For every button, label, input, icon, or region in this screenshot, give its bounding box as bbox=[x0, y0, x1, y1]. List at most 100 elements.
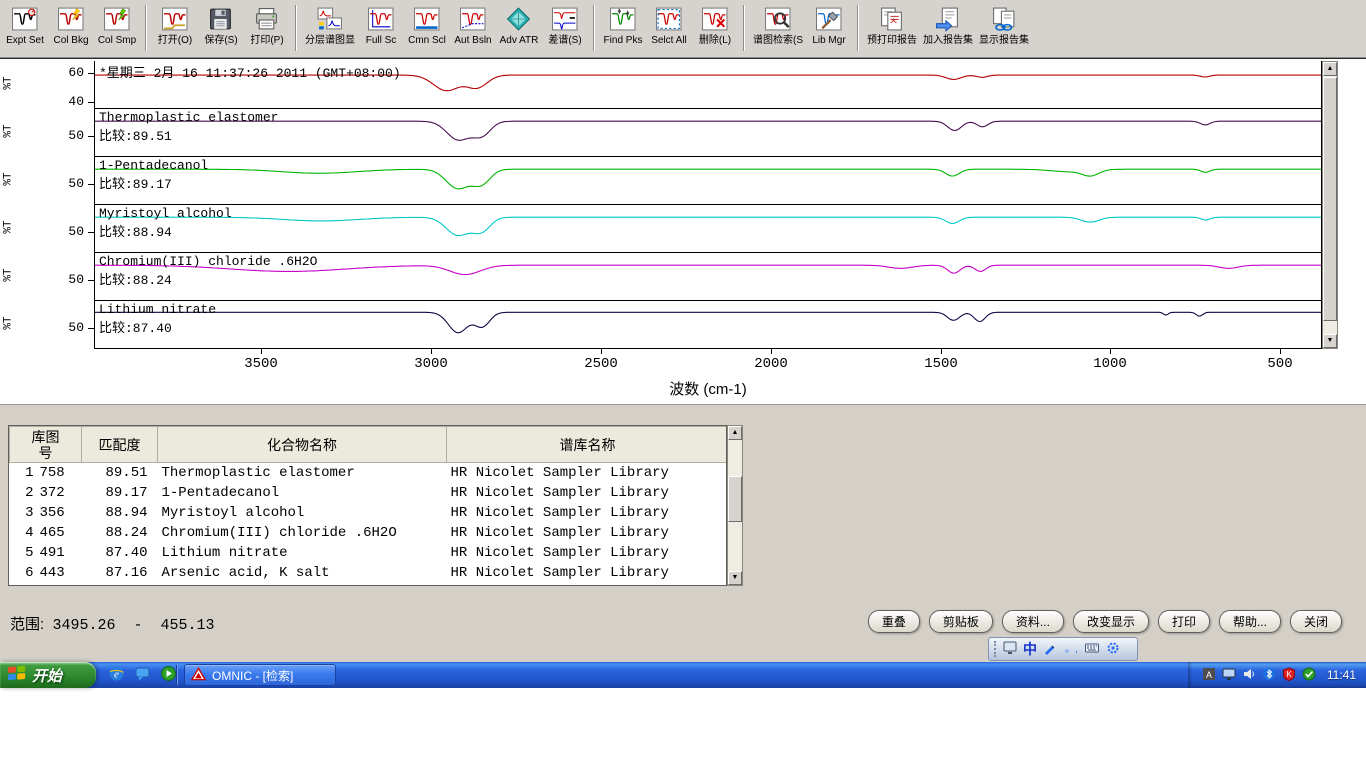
y-axis-unit-label: %T bbox=[3, 316, 15, 329]
result-compound-name: 1-Pentadecanol bbox=[158, 483, 447, 503]
language-bar[interactable]: 中 。, bbox=[988, 637, 1138, 661]
spectrum-pane-2[interactable]: Thermoplastic elastomer比较:89.51 bbox=[95, 109, 1321, 157]
spectrum-pane-4[interactable]: Myristoyl alcohol比较:88.94 bbox=[95, 205, 1321, 253]
soft-keyboard-icon[interactable] bbox=[1084, 640, 1100, 659]
toolbar-button-collect-sample[interactable]: Col Smp bbox=[94, 3, 140, 47]
toolbar-button-stacked-spectra[interactable]: 分层谱图显 bbox=[302, 3, 358, 47]
spectrum-trace bbox=[95, 109, 1321, 156]
scroll-up-button[interactable]: ▲ bbox=[728, 426, 742, 440]
result-library-id: 465 bbox=[36, 523, 82, 543]
taskbar-clock[interactable]: 11:41 bbox=[1327, 668, 1356, 682]
display-icon[interactable] bbox=[1222, 667, 1236, 684]
toolbar-button-common-scale[interactable]: Cmn Scl bbox=[404, 3, 450, 47]
antivirus-icon[interactable]: K bbox=[1282, 667, 1296, 684]
toolbar-button-label: Find Pks bbox=[604, 35, 643, 46]
toolbar-button-label: Expt Set bbox=[6, 35, 44, 46]
result-row-3[interactable]: 335688.94Myristoyl alcoholHR Nicolet Sam… bbox=[10, 503, 728, 523]
scroll-down-button[interactable]: ▼ bbox=[1323, 334, 1337, 348]
toolbar-button-select-all[interactable]: Selct All bbox=[646, 3, 692, 47]
data-button[interactable]: 资料... bbox=[1002, 610, 1064, 633]
spectrum-pane-3[interactable]: 1-Pentadecanol比较:89.17 bbox=[95, 157, 1321, 205]
language-bar-grip[interactable] bbox=[994, 641, 997, 657]
change-display-button[interactable]: 改变显示 bbox=[1073, 610, 1149, 633]
start-button[interactable]: 开始 bbox=[0, 662, 96, 688]
spectrum-pane-6[interactable]: Lithium nitrate比较:87.40 bbox=[95, 301, 1321, 349]
close-button[interactable]: 关闭 bbox=[1290, 610, 1342, 633]
advanced-atr-icon bbox=[506, 4, 532, 34]
handwriting-pen-icon[interactable] bbox=[1042, 640, 1058, 659]
toolbar-button-preview-report[interactable]: 预打印报告 bbox=[864, 3, 920, 47]
header-match-score[interactable]: 匹配度 bbox=[82, 427, 158, 463]
toolbar-button-advanced-atr[interactable]: Adv ATR bbox=[496, 3, 542, 47]
help-button[interactable]: 帮助... bbox=[1219, 610, 1281, 633]
result-row-4[interactable]: 446588.24Chromium(III) chloride .6H2OHR … bbox=[10, 523, 728, 543]
toolbar-button-save[interactable]: 保存(S) bbox=[198, 3, 244, 47]
toolbar-button-find-peaks[interactable]: Find Pks bbox=[600, 3, 646, 47]
header-library-name[interactable]: 谱库名称 bbox=[447, 427, 728, 463]
taskbar-task-omnic[interactable]: OMNIC - [检索] bbox=[184, 664, 336, 686]
preview-report-icon bbox=[879, 4, 905, 34]
result-row-7[interactable]: 733187.09OctadecanolHR Nicolet Sampler L… bbox=[10, 583, 728, 587]
result-compound-name: Lithium nitrate bbox=[158, 543, 447, 563]
messenger-icon[interactable] bbox=[134, 665, 151, 685]
x-axis-tick-label: 1500 bbox=[924, 356, 958, 372]
toolbar-button-auto-baseline[interactable]: Aut Bsln bbox=[450, 3, 496, 47]
toolbar-button-subtract[interactable]: 差谱(S) bbox=[542, 3, 588, 47]
spectrum-pane-5[interactable]: Chromium(III) chloride .6H2O比较:88.24 bbox=[95, 253, 1321, 301]
result-row-5[interactable]: 549187.40Lithium nitrateHR Nicolet Sampl… bbox=[10, 543, 728, 563]
header-library-id[interactable]: 库图号 bbox=[10, 427, 82, 463]
range-value: 3495.26 - 455.13 bbox=[53, 617, 215, 634]
toolbar-button-collect-background[interactable]: Col Bkg bbox=[48, 3, 94, 47]
spectrum-axis-labels: %T50 bbox=[0, 157, 94, 205]
result-row-6[interactable]: 644387.16Arsenic acid, K saltHR Nicolet … bbox=[10, 563, 728, 583]
spectrum-pane-1[interactable]: *星期三 2月 16 11:37:26 2011 (GMT+08:00) bbox=[95, 61, 1321, 109]
table-vertical-scrollbar[interactable]: ▲ ▼ bbox=[727, 425, 743, 586]
punctuation-icon[interactable]: 。, bbox=[1063, 640, 1079, 659]
toolbar-button-library-manager[interactable]: Lib Mgr bbox=[806, 3, 852, 47]
y-axis-unit-label: %T bbox=[3, 124, 15, 137]
volume-icon[interactable] bbox=[1242, 667, 1256, 684]
toolbar-button-print[interactable]: 打印(P) bbox=[244, 3, 290, 47]
stack-button[interactable]: 重叠 bbox=[868, 610, 920, 633]
ime-indicator-icon[interactable]: A bbox=[1202, 667, 1216, 684]
result-index: 1 bbox=[10, 463, 36, 483]
result-match-score: 88.24 bbox=[82, 523, 158, 543]
scroll-thumb[interactable] bbox=[728, 476, 742, 522]
toolbar-separator bbox=[145, 5, 147, 51]
clipboard-button[interactable]: 剪贴板 bbox=[929, 610, 993, 633]
internet-explorer-icon[interactable]: e bbox=[108, 665, 125, 685]
scroll-up-button[interactable]: ▲ bbox=[1323, 62, 1337, 76]
security-center-icon[interactable] bbox=[1302, 667, 1316, 684]
toolbar-button-label: Col Smp bbox=[98, 35, 136, 46]
scroll-down-button[interactable]: ▼ bbox=[728, 571, 742, 585]
toolbar-button-full-scale[interactable]: Full Sc bbox=[358, 3, 404, 47]
header-compound-name[interactable]: 化合物名称 bbox=[158, 427, 447, 463]
toolbar-button-experiment-setup[interactable]: Expt Set bbox=[2, 3, 48, 47]
spectrum-trace bbox=[95, 205, 1321, 252]
result-index: 5 bbox=[10, 543, 36, 563]
media-player-icon[interactable] bbox=[160, 665, 177, 685]
x-axis-tick-label: 3500 bbox=[244, 356, 278, 372]
open-icon bbox=[162, 4, 188, 34]
options-gear-icon[interactable] bbox=[1105, 640, 1121, 659]
toolbar-button-delete[interactable]: 删除(L) bbox=[692, 3, 738, 47]
print-button[interactable]: 打印 bbox=[1158, 610, 1210, 633]
spectra-vertical-scrollbar[interactable]: ▲ ▼ bbox=[1322, 61, 1338, 349]
result-row-1[interactable]: 175889.51Thermoplastic elastomerHR Nicol… bbox=[10, 463, 728, 483]
chinese-mode-indicator[interactable]: 中 bbox=[1023, 639, 1037, 659]
start-button-label: 开始 bbox=[32, 665, 62, 686]
result-row-2[interactable]: 237289.171-PentadecanolHR Nicolet Sample… bbox=[10, 483, 728, 503]
input-method-icon[interactable] bbox=[1002, 640, 1018, 659]
spectrum-title: Chromium(III) chloride .6H2O bbox=[99, 254, 317, 269]
toolbar-button-show-report[interactable]: 显示报告集 bbox=[976, 3, 1032, 47]
save-icon bbox=[208, 4, 234, 34]
omnic-icon bbox=[191, 667, 206, 684]
toolbar-button-open[interactable]: 打开(O) bbox=[152, 3, 198, 47]
bluetooth-icon[interactable] bbox=[1262, 667, 1276, 684]
result-compound-name: Myristoyl alcohol bbox=[158, 503, 447, 523]
result-library-id: 356 bbox=[36, 503, 82, 523]
toolbar-button-add-to-report[interactable]: 加入报告集 bbox=[920, 3, 976, 47]
scroll-thumb[interactable] bbox=[1323, 77, 1337, 321]
y-axis-tick-label: 50 bbox=[68, 272, 84, 287]
toolbar-button-library-search[interactable]: 谱图检索(S bbox=[750, 3, 806, 47]
